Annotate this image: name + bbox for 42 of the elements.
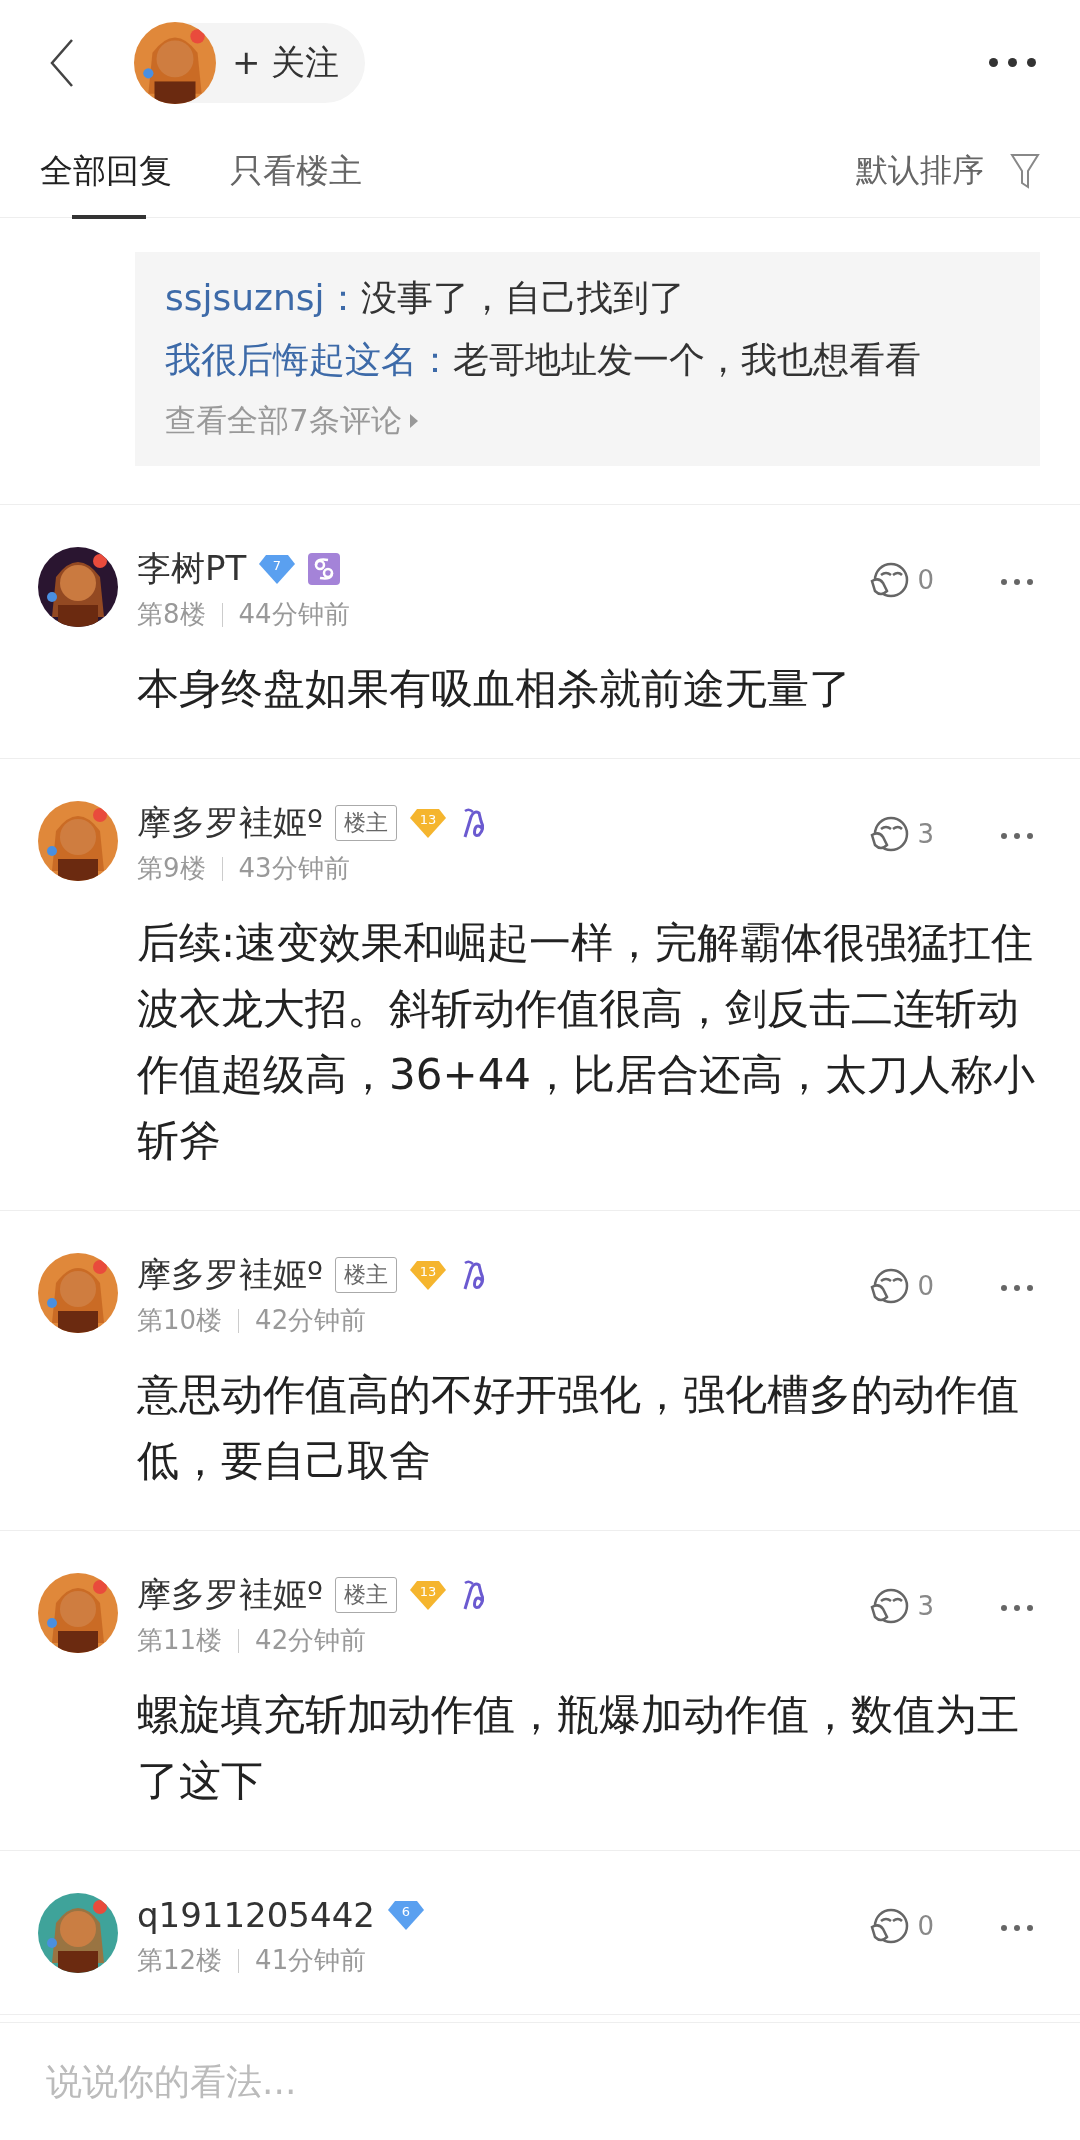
user-name[interactable]: 摩多罗袿姬º — [137, 1572, 324, 1618]
post-time: 42分钟前 — [255, 1304, 367, 1337]
floor-number: 第9楼 — [137, 852, 206, 885]
comment-text: 本身终盘如果有吸血相杀就前途无量了 — [137, 663, 852, 715]
level-badge: 13 — [409, 1579, 448, 1611]
like-count: 0 — [917, 565, 934, 595]
follow-button[interactable]: + 关注 — [134, 22, 366, 103]
user-name[interactable]: 摩多罗袿姬º — [137, 1252, 324, 1298]
post-time: 41分钟前 — [255, 1944, 367, 1977]
like-count: 0 — [917, 1911, 934, 1941]
sort-label[interactable]: 默认排序 — [856, 149, 984, 193]
comment-text: 后续:速变效果和崛起一样，完解霸体很强猛扛住波衣龙大招。斜斩动作值很高，剑反击二连斩动作值超级高，36+44，比居合还高，太刀人称小斩斧 — [137, 917, 1037, 1167]
level-badge: 7 — [258, 553, 297, 585]
op-tag: 楼主 — [335, 1577, 398, 1613]
level-badge: 6 — [386, 1899, 425, 1931]
filter-icon[interactable] — [1010, 153, 1040, 189]
floor-number: 第11楼 — [137, 1624, 223, 1657]
op-tag: 楼主 — [335, 805, 398, 841]
reply-text: 我很后悔起这名：老哥地址发一个，我也想看看 — [165, 338, 922, 382]
reply-text: ssjsuznsj：没事了，自己找到了 — [165, 276, 686, 320]
floor-number: 第12楼 — [137, 1944, 223, 1977]
user-name[interactable]: 摩多罗袿姬º — [137, 800, 324, 846]
user-name[interactable]: q1911205442 — [137, 1895, 375, 1935]
caret-icon — [409, 414, 418, 428]
tab[interactable]: 全部回复 — [40, 124, 172, 218]
comment-text: 螺旋填充斩加动作值，瓶爆加动作值，数值为王了这下 — [137, 1689, 1020, 1807]
floor-number: 第8楼 — [137, 598, 206, 631]
post-time: 44分钟前 — [238, 598, 350, 631]
user-name[interactable]: 李树PT — [137, 546, 247, 592]
level-badge: 13 — [409, 1259, 448, 1291]
like-count: 0 — [917, 1271, 934, 1301]
op-tag: 楼主 — [335, 1257, 398, 1293]
tab[interactable]: 只看楼主 — [230, 124, 362, 218]
level-badge: 13 — [409, 807, 448, 839]
floor-number: 第10楼 — [137, 1304, 223, 1337]
post-time: 43分钟前 — [238, 852, 350, 885]
like-count: 3 — [917, 1591, 934, 1621]
post-time: 42分钟前 — [255, 1624, 367, 1657]
comment-text: 意思动作值高的不好开强化，强化槽多的动作值低，要自己取舍 — [137, 1369, 1020, 1487]
back-icon[interactable] — [50, 37, 74, 88]
cancer-sign-icon — [308, 553, 341, 585]
like-count: 3 — [917, 819, 934, 849]
